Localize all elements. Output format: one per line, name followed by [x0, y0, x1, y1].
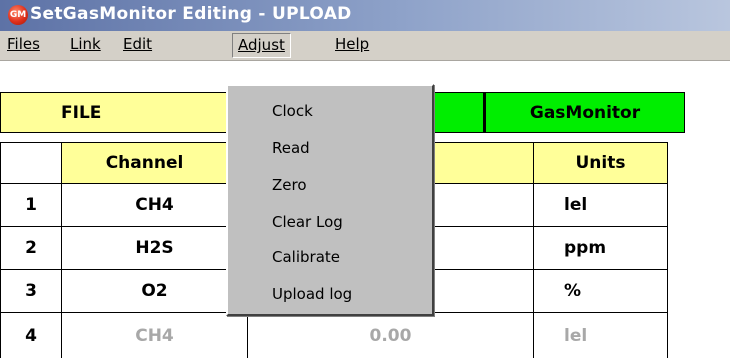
menu-link[interactable]: Link: [70, 33, 101, 56]
menu-item-calibrate[interactable]: Calibrate: [272, 248, 340, 266]
menu-item-clear-log[interactable]: Clear Log: [272, 213, 343, 231]
row-number: 1: [0, 183, 62, 227]
units-cell[interactable]: lel: [533, 312, 668, 358]
menu-item-clock[interactable]: Clock: [272, 102, 313, 120]
row-number: 4: [0, 312, 62, 358]
row-number: 3: [0, 269, 62, 313]
row-number: 2: [0, 226, 62, 270]
channel-cell[interactable]: CH4: [61, 312, 248, 358]
gasmonitor-cell[interactable]: GasMonitor: [484, 92, 685, 133]
menu-item-read[interactable]: Read: [272, 139, 310, 157]
value-cell[interactable]: 0.00: [247, 312, 534, 358]
menu-help[interactable]: Help: [335, 33, 369, 56]
menu-edit[interactable]: Edit: [123, 33, 152, 56]
status-cell[interactable]: [432, 92, 484, 133]
title-bar: GM SetGasMonitor Editing - UPLOAD: [0, 0, 730, 31]
channel-header: Channel: [61, 142, 228, 184]
row-header-corner: [0, 142, 62, 184]
menu-item-upload-log[interactable]: Upload log: [272, 285, 352, 303]
menu-adjust[interactable]: Adjust: [232, 33, 291, 58]
menu-files[interactable]: Files: [7, 33, 40, 56]
adjust-dropdown-menu: Clock Read Zero Clear Log Calibrate Uplo…: [226, 84, 434, 316]
window-title: SetGasMonitor Editing - UPLOAD: [30, 4, 352, 24]
channel-cell[interactable]: O2: [61, 269, 248, 313]
channel-cell[interactable]: CH4: [61, 183, 248, 227]
value-header: [434, 142, 534, 184]
units-cell[interactable]: ppm: [533, 226, 668, 270]
channel-cell[interactable]: H2S: [61, 226, 248, 270]
app-gm-icon[interactable]: GM: [8, 5, 28, 25]
menu-bar: Files Link Edit Adjust Help: [0, 31, 730, 61]
units-cell[interactable]: lel: [533, 183, 668, 227]
file-cell[interactable]: FILE: [0, 92, 228, 133]
units-cell[interactable]: %: [533, 269, 668, 313]
menu-item-zero[interactable]: Zero: [272, 176, 307, 194]
units-header: Units: [533, 142, 668, 184]
